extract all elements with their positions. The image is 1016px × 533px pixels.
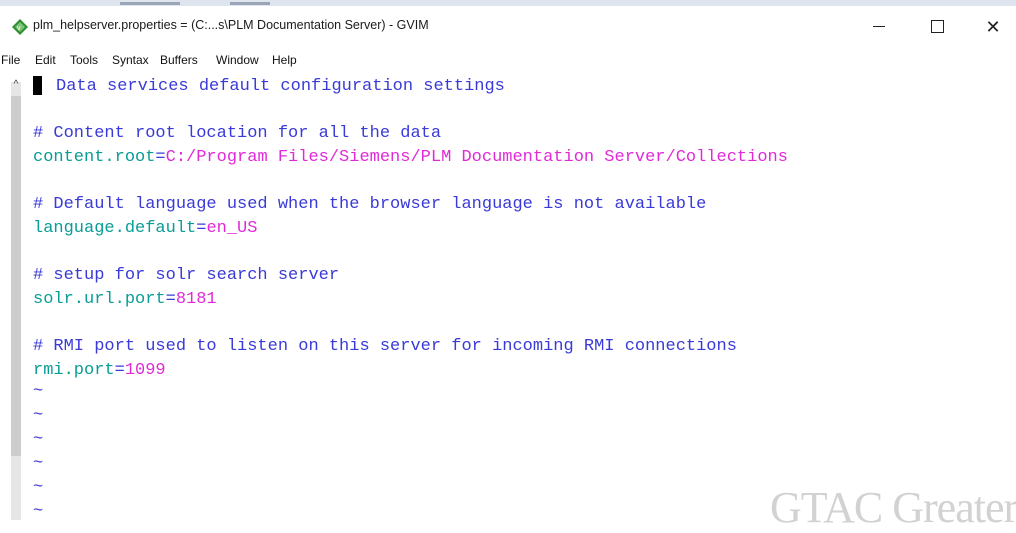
empty-line-tilde: ~ — [33, 406, 44, 425]
menu-bar: File Edit Tools Syntax Buffers Window He… — [0, 46, 1016, 74]
header-comment: Data services default configuration sett… — [56, 77, 505, 96]
window-title: plm_helpserver.properties = (C:...s\PLM … — [33, 18, 429, 32]
gvim-app-icon: v — [12, 19, 28, 35]
top-strip-segment — [120, 2, 180, 5]
top-strip-segment — [230, 2, 270, 5]
property-equals: = — [114, 361, 125, 380]
property-value: C:/Program Files/Siemens/PLM Documentati… — [165, 148, 788, 167]
menu-buffers[interactable]: Buffers — [160, 53, 198, 67]
vertical-scrollbar[interactable]: ^ — [11, 80, 21, 520]
code-line-property: rmi.port=1099 — [33, 360, 166, 382]
empty-line-tilde: ~ — [33, 502, 44, 521]
empty-line-tilde: ~ — [33, 382, 44, 401]
code-line-header: Data services default configuration sett… — [33, 76, 505, 98]
menu-file[interactable]: File — [1, 53, 20, 67]
empty-line-tilde: ~ — [33, 454, 44, 473]
comment-text: # RMI port used to listen on this server… — [33, 337, 737, 356]
menu-window[interactable]: Window — [216, 53, 259, 67]
property-equals: = — [165, 290, 176, 309]
menu-edit[interactable]: Edit — [35, 53, 56, 67]
property-value: 8181 — [175, 290, 217, 309]
code-line-comment: # Default language used when the browser… — [33, 194, 706, 216]
close-button[interactable]: ✕ — [970, 12, 1016, 42]
code-line-comment: # RMI port used to listen on this server… — [33, 336, 737, 358]
property-key: rmi.port — [33, 361, 115, 380]
property-key: content.root — [33, 148, 156, 167]
property-key: language.default — [33, 219, 197, 238]
watermark-text: GTAC Greater — [770, 483, 1016, 532]
comment-text: # Default language used when the browser… — [33, 195, 707, 214]
empty-line-tilde: ~ — [33, 430, 44, 449]
title-bar: v plm_helpserver.properties = (C:...s\PL… — [0, 6, 1016, 46]
minimize-button[interactable] — [856, 12, 902, 42]
property-equals: = — [155, 148, 166, 167]
code-line-comment: # Content root location for all the data — [33, 123, 441, 145]
code-line-property: content.root=C:/Program Files/Siemens/PL… — [33, 147, 788, 169]
comment-text: # Content root location for all the data — [33, 124, 442, 143]
menu-help[interactable]: Help — [272, 53, 297, 67]
close-icon: ✕ — [985, 17, 1001, 37]
svg-text:v: v — [17, 25, 21, 32]
scrollbar-thumb[interactable] — [11, 96, 21, 456]
code-line-property: language.default=en_US — [33, 218, 257, 240]
minimize-icon — [873, 26, 885, 28]
editor-area[interactable]: ^ Data services default configuration se… — [0, 74, 1016, 527]
property-key: solr.url.port — [33, 290, 166, 309]
scroll-up-arrow-icon[interactable]: ^ — [12, 80, 20, 90]
code-line-property: solr.url.port=8181 — [33, 289, 217, 311]
property-value: 1099 — [124, 361, 166, 380]
comment-text: # setup for solr search server — [33, 266, 340, 285]
code-line-comment: # setup for solr search server — [33, 265, 339, 287]
text-cursor — [33, 76, 42, 96]
menu-syntax[interactable]: Syntax — [112, 53, 149, 67]
maximize-button[interactable] — [914, 12, 960, 42]
property-equals: = — [196, 219, 207, 238]
empty-line-tilde: ~ — [33, 478, 44, 497]
maximize-icon — [930, 20, 944, 34]
menu-tools[interactable]: Tools — [70, 53, 98, 67]
property-value: en_US — [206, 219, 258, 238]
